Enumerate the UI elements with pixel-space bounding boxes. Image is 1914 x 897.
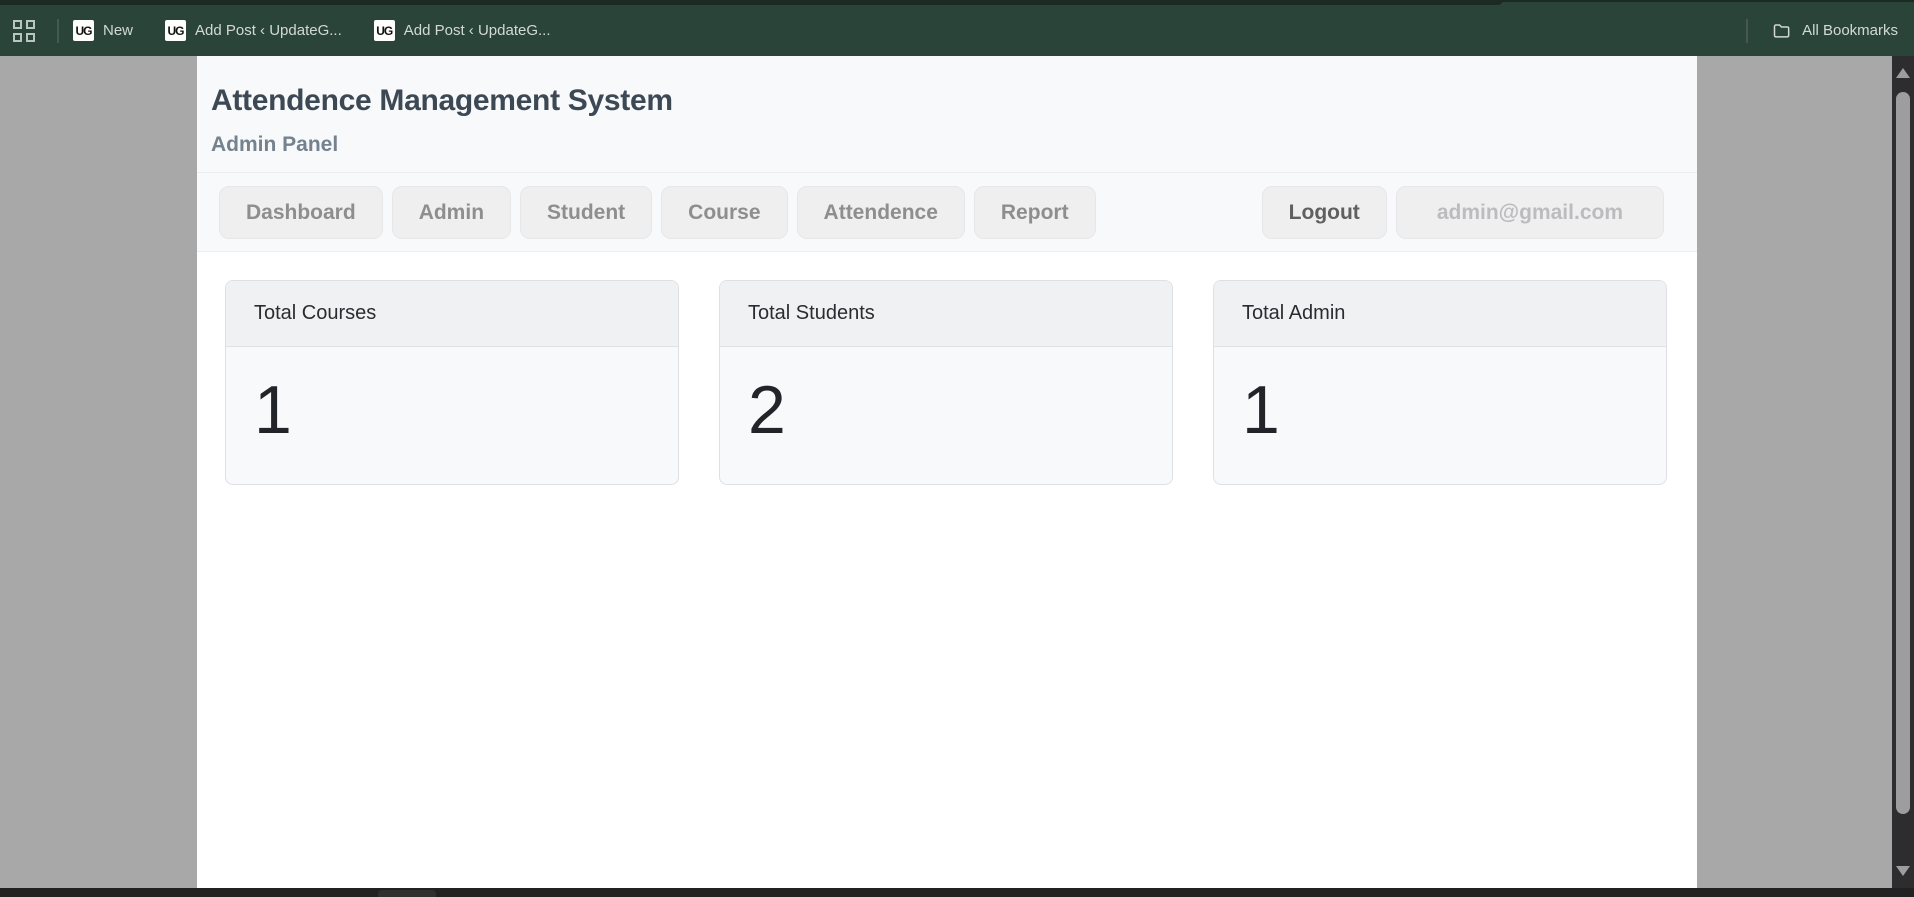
nav-button-attendence[interactable]: Attendence — [796, 186, 965, 239]
nav-button-student[interactable]: Student — [520, 186, 653, 239]
total-courses-card: Total Courses 1 — [225, 280, 679, 485]
browser-viewport: Attendence Management System Admin Panel… — [0, 56, 1914, 888]
grid-square — [26, 19, 35, 29]
nav-button-dashboard[interactable]: Dashboard — [219, 186, 383, 239]
card-title: Total Courses — [226, 281, 678, 347]
bar-divider — [1746, 18, 1749, 43]
total-admin-card: Total Admin 1 — [1213, 280, 1667, 485]
updategadh-favicon-icon: UG — [165, 20, 187, 41]
nav-button-report[interactable]: Report — [973, 186, 1096, 239]
card-body: 2 — [720, 347, 1172, 484]
taskbar-item-hint — [378, 890, 436, 897]
card-body: 1 — [1214, 347, 1666, 484]
total-students-value: 2 — [748, 372, 786, 448]
nav-button-course[interactable]: Course — [661, 186, 788, 239]
scroll-up-arrow[interactable] — [1892, 58, 1914, 88]
main-nav: Dashboard Admin Student Course Attendenc… — [197, 173, 1697, 252]
scroll-down-arrow[interactable] — [1892, 856, 1914, 886]
vertical-scrollbar — [1892, 56, 1914, 888]
bookmarks-bar: UG New UG Add Post ‹ UpdateG... UG Add P… — [0, 0, 1914, 56]
bookmark-item-add-post-2[interactable]: UG Add Post ‹ UpdateG... — [373, 20, 551, 41]
all-bookmarks-label: All Bookmarks — [1802, 22, 1898, 39]
apps-grid-icon[interactable] — [13, 19, 35, 42]
grid-square — [13, 32, 22, 42]
bookmark-label: Add Post ‹ UpdateG... — [195, 22, 342, 39]
all-bookmarks-button[interactable]: All Bookmarks — [1772, 21, 1898, 41]
stats-cards-row: Total Courses 1 Total Students 2 Total A… — [197, 252, 1697, 485]
card-title: Total Admin — [1214, 281, 1666, 347]
bookmark-item-new[interactable]: UG New — [73, 20, 133, 41]
total-students-card: Total Students 2 — [719, 280, 1173, 485]
bar-divider — [57, 18, 59, 43]
scrollbar-thumb[interactable] — [1896, 92, 1910, 814]
page-subtitle: Admin Panel — [211, 133, 339, 156]
grid-square — [13, 19, 22, 29]
page-title: Attendence Management System — [211, 84, 673, 117]
nav-button-admin[interactable]: Admin — [391, 186, 512, 239]
updategadh-favicon-icon: UG — [373, 20, 395, 41]
folder-icon — [1773, 23, 1790, 38]
total-admin-value: 1 — [1242, 372, 1280, 448]
bookmark-item-add-post-1[interactable]: UG Add Post ‹ UpdateG... — [165, 20, 342, 41]
page-container: Attendence Management System Admin Panel… — [197, 56, 1697, 888]
updategadh-favicon-icon: UG — [73, 20, 94, 41]
grid-square — [26, 32, 35, 42]
logout-button[interactable]: Logout — [1261, 186, 1387, 239]
taskbar-edge — [0, 888, 1914, 897]
card-title: Total Students — [720, 281, 1172, 347]
page-header: Attendence Management System Admin Panel — [197, 56, 1697, 173]
user-email-badge[interactable]: admin@gmail.com — [1395, 186, 1664, 239]
card-body: 1 — [226, 347, 678, 484]
total-courses-value: 1 — [254, 372, 292, 448]
bookmark-label: New — [103, 22, 134, 39]
bookmark-label: Add Post ‹ UpdateG... — [403, 22, 551, 39]
